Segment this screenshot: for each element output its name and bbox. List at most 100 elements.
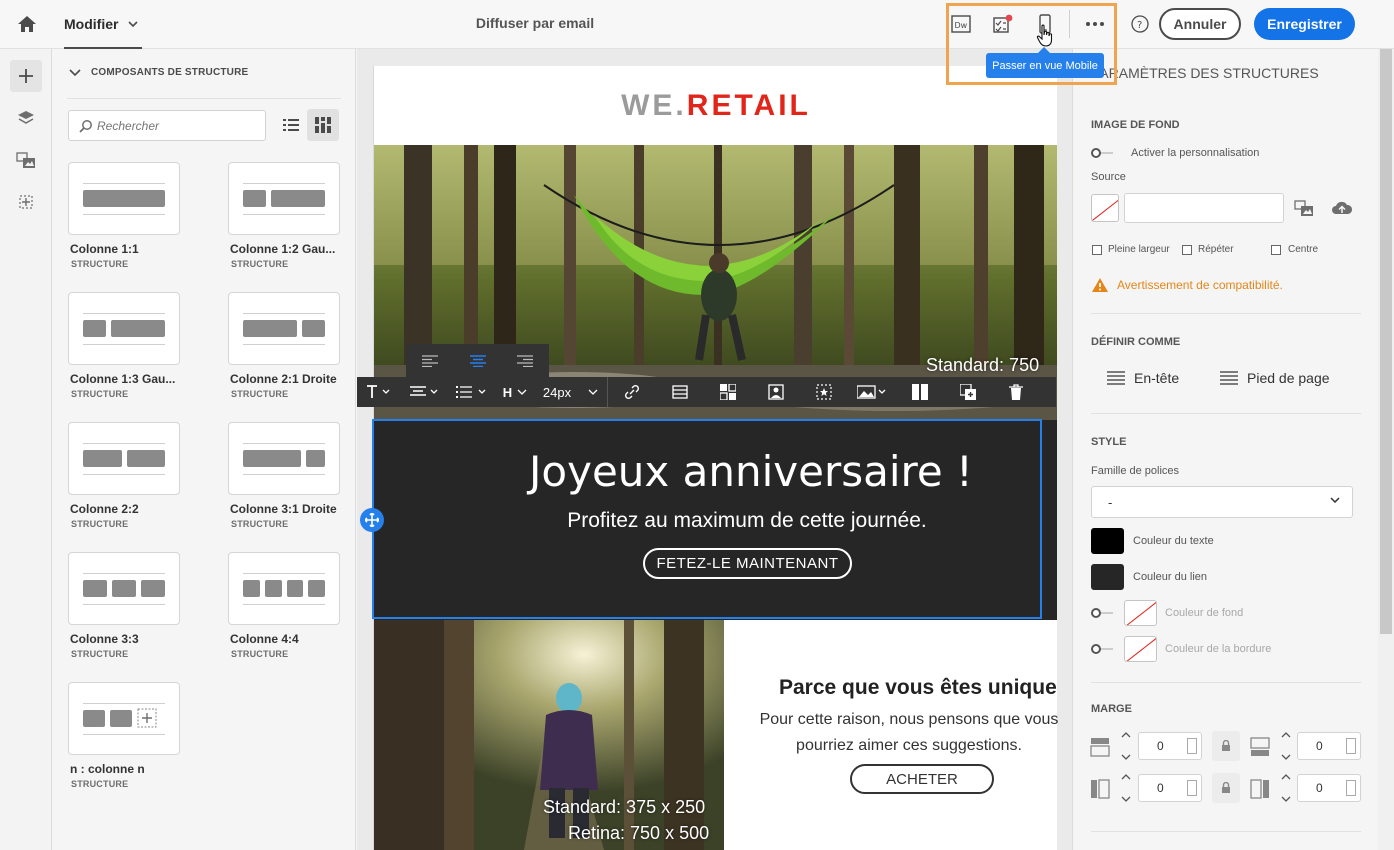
align-center-button[interactable] [454, 344, 502, 377]
properties-scrollbar[interactable] [1378, 49, 1394, 850]
buy-button[interactable]: ACHETER [850, 764, 994, 794]
source-swatch[interactable] [1091, 194, 1119, 222]
bg-color-swatch[interactable] [1124, 600, 1157, 626]
components-section-header[interactable]: COMPOSANTS DE STRUCTURE [69, 67, 248, 78]
margin-top-stepper[interactable] [1114, 732, 1138, 760]
margin-left-input[interactable]: 0 [1138, 774, 1202, 802]
set-as-footer-button[interactable]: Pied de page [1220, 370, 1330, 386]
help-button[interactable]: ? [1128, 12, 1152, 36]
define-as-section: DÉFINIR COMME [1091, 336, 1181, 348]
list-view-button[interactable] [275, 109, 307, 141]
align-left-button[interactable] [406, 344, 454, 377]
divider [1091, 682, 1361, 683]
duplicate-button[interactable] [944, 377, 992, 407]
set-as-footer-label: Pied de page [1247, 370, 1330, 386]
structure-card-1-2[interactable] [228, 162, 340, 235]
structure-button[interactable] [656, 377, 704, 407]
headline[interactable]: Joyeux anniversaire ! [529, 447, 973, 496]
subheadline[interactable]: Profitez au maximum de cette journée. [529, 509, 965, 533]
repeat-checkbox[interactable] [1182, 245, 1192, 255]
bg-color-toggle[interactable] [1091, 608, 1115, 618]
center-checkbox[interactable] [1271, 245, 1281, 255]
rail-fragments-button[interactable] [10, 186, 42, 218]
full-width-checkbox[interactable] [1092, 245, 1102, 255]
dreamweaver-button[interactable]: Dw [949, 12, 973, 36]
margin-bottom-value: 0 [1316, 739, 1323, 753]
hero-size-label: Standard: 750 [926, 355, 1040, 375]
cancel-button[interactable]: Annuler [1159, 8, 1241, 40]
font-size-dropdown[interactable] [579, 377, 607, 407]
margin-lock-horizontal[interactable] [1212, 773, 1240, 803]
compatibility-warning[interactable]: Avertissement de compatibilité. [1091, 277, 1283, 293]
components-header-label: COMPOSANTS DE STRUCTURE [91, 67, 249, 78]
structure-card-1-1[interactable] [68, 162, 180, 235]
link-color-swatch[interactable] [1091, 564, 1124, 590]
product-body[interactable]: Pour cette raison, nous pensons que vous… [759, 707, 1059, 759]
list-menu-button[interactable] [448, 377, 495, 407]
personalize-toggle[interactable] [1091, 148, 1115, 158]
rail-layers-button[interactable] [10, 102, 42, 134]
link-button[interactable] [608, 377, 656, 407]
margin-right-input[interactable]: 0 [1297, 774, 1361, 802]
font-size-value[interactable]: 24px [535, 377, 579, 407]
margin-bottom-input[interactable]: 0 [1297, 732, 1361, 760]
heading-menu-button[interactable]: H [495, 377, 535, 407]
text-color-swatch[interactable] [1091, 528, 1124, 554]
personalization-button[interactable] [752, 377, 800, 407]
structure-card-1-3[interactable] [68, 292, 180, 365]
margin-left-stepper[interactable] [1114, 774, 1138, 802]
chevron-up-icon [1281, 732, 1291, 738]
align-menu-button[interactable] [401, 377, 448, 407]
rail-add-button[interactable] [10, 60, 42, 92]
checklist-button[interactable] [991, 12, 1015, 36]
text-style-button[interactable] [357, 377, 401, 407]
grid-view-button[interactable] [307, 109, 339, 141]
margin-top-icon [1090, 738, 1110, 757]
grid-view-icon [315, 117, 331, 133]
fragment-button[interactable] [704, 377, 752, 407]
chevron-down-icon [1121, 796, 1131, 802]
border-color-swatch[interactable] [1124, 636, 1157, 662]
scrollbar-thumb[interactable] [1380, 49, 1392, 634]
structure-card-n[interactable] [68, 682, 180, 755]
structure-card-title: n : colonne n [70, 762, 145, 776]
home-button[interactable] [10, 8, 44, 40]
align-center-icon [469, 354, 486, 367]
logo[interactable]: WE. RETAIL [374, 66, 1057, 145]
structure-card-2-1[interactable] [228, 292, 340, 365]
dynamic-content-button[interactable] [800, 377, 848, 407]
margin-lock-vertical[interactable] [1212, 731, 1240, 761]
align-right-button[interactable] [501, 344, 549, 377]
divider [1091, 413, 1361, 414]
margin-right-stepper[interactable] [1274, 774, 1298, 802]
structure-card-3-3[interactable] [68, 552, 180, 625]
source-input[interactable] [1124, 193, 1284, 223]
font-family-select[interactable]: - [1091, 486, 1353, 518]
search-input[interactable] [97, 118, 257, 133]
delete-button[interactable] [992, 377, 1040, 407]
more-actions-button[interactable] [1083, 12, 1107, 36]
structure-card-2-2[interactable] [68, 422, 180, 495]
columns-button[interactable] [896, 377, 944, 407]
upload-button[interactable] [1330, 196, 1354, 220]
margin-bottom-stepper[interactable] [1274, 732, 1298, 760]
browse-assets-button[interactable] [1292, 196, 1316, 220]
structure-icon [672, 385, 688, 399]
tab-modifier[interactable]: Modifier [64, 0, 142, 49]
celebrate-button[interactable]: FETEZ-LE MAINTENANT [643, 548, 852, 579]
margin-top-input[interactable]: 0 [1138, 732, 1202, 760]
margin-top-value: 0 [1157, 739, 1164, 753]
set-as-header-button[interactable]: En-tête [1107, 370, 1179, 386]
move-handle[interactable] [360, 508, 384, 532]
search-box[interactable] [68, 110, 266, 141]
email-canvas: WE. RETAIL Standard: 750 Standard: 375 x… [357, 49, 1072, 850]
save-button[interactable]: Enregistrer [1254, 8, 1355, 40]
image-menu-button[interactable] [848, 377, 896, 407]
structure-card-4-4[interactable] [228, 552, 340, 625]
list-view-icon [283, 119, 299, 131]
border-color-toggle[interactable] [1091, 644, 1115, 654]
structure-card-3-1[interactable] [228, 422, 340, 495]
font-family-label: Famille de polices [1091, 465, 1180, 477]
rail-assets-button[interactable] [10, 144, 42, 176]
product-title[interactable]: Parce que vous êtes unique [779, 676, 1057, 700]
